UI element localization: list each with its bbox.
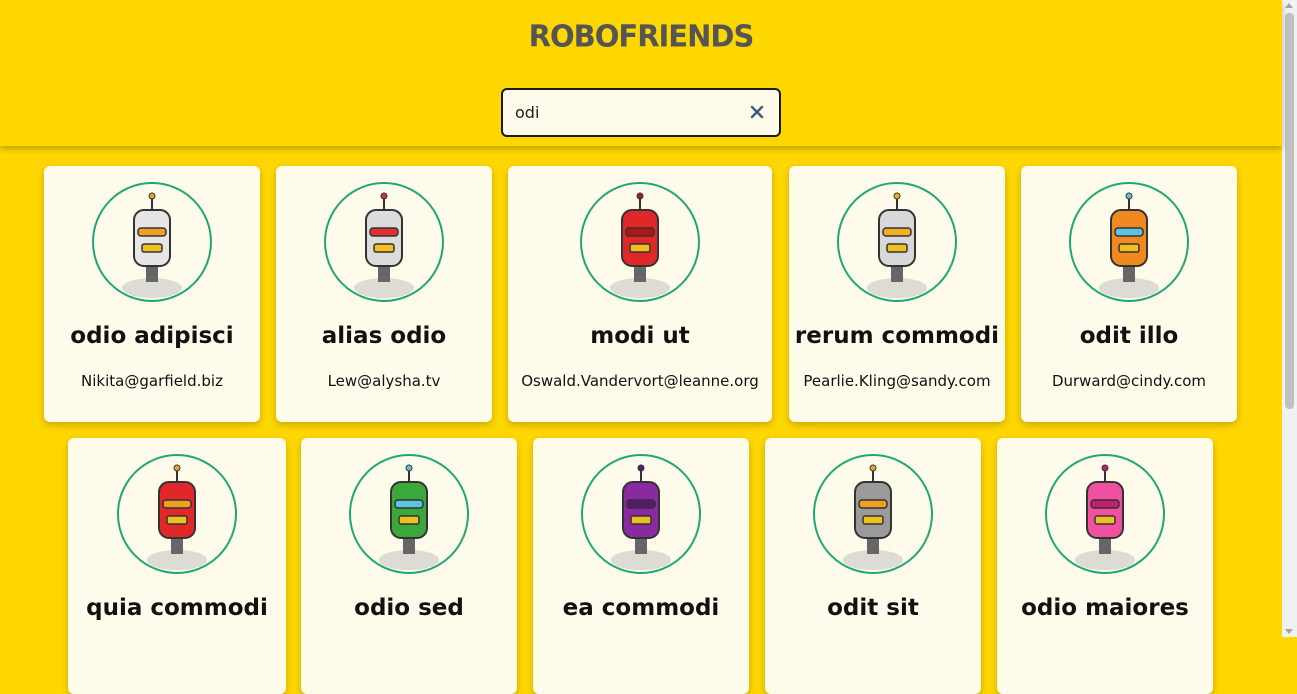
robot-email: Oswald.Vandervort@leanne.org [521, 372, 759, 390]
search-input[interactable] [515, 90, 735, 135]
robot-avatar [1045, 454, 1165, 574]
robot-card[interactable]: odio adipisci Nikita@garfield.biz [44, 166, 260, 422]
robot-card[interactable]: odio maiores [997, 438, 1213, 694]
robot-email: Durward@cindy.com [1051, 372, 1207, 390]
robot-avatar [117, 454, 237, 574]
robot-name: alias odio [321, 323, 447, 349]
robot-avatar [581, 454, 701, 574]
robot-name: odio maiores [1021, 595, 1189, 621]
robot-name: odio adipisci [70, 323, 234, 349]
robot-card[interactable]: modi ut Oswald.Vandervort@leanne.org [508, 166, 772, 422]
robot-avatar [813, 454, 933, 574]
robot-card[interactable]: quia commodi [68, 438, 286, 694]
robot-name: modi ut [590, 323, 690, 349]
robot-avatar [1069, 182, 1189, 302]
clear-search-button[interactable] [749, 104, 765, 120]
robot-avatar [324, 182, 444, 302]
robot-name: rerum commodi [794, 323, 1000, 349]
robot-card[interactable]: ea commodi [533, 438, 749, 694]
search-box[interactable] [501, 88, 781, 137]
robot-card[interactable]: alias odio Lew@alysha.tv [276, 166, 492, 422]
robot-email: Pearlie.Kling@sandy.com [803, 372, 991, 390]
robot-name: odio sed [354, 595, 464, 621]
robot-avatar [349, 454, 469, 574]
robot-avatar [580, 182, 700, 302]
scroll-down-arrow-icon[interactable] [1285, 629, 1293, 634]
scroll-up-arrow-icon[interactable] [1285, 3, 1293, 8]
robot-name: odit illo [1079, 323, 1179, 349]
robot-card[interactable]: odit sit [765, 438, 981, 694]
close-icon [750, 105, 764, 119]
robot-card[interactable]: rerum commodi Pearlie.Kling@sandy.com [789, 166, 1005, 422]
robot-card[interactable]: odit illo Durward@cindy.com [1021, 166, 1237, 422]
page-scrollbar[interactable] [1282, 0, 1297, 637]
robot-email: Lew@alysha.tv [327, 372, 441, 390]
robot-name: quia commodi [86, 595, 268, 621]
robot-name: ea commodi [562, 595, 720, 621]
robot-card[interactable]: odio sed [301, 438, 517, 694]
robot-avatar [837, 182, 957, 302]
scroll-thumb[interactable] [1285, 13, 1294, 409]
robot-email: Nikita@garfield.biz [81, 372, 223, 390]
robot-name: odit sit [827, 595, 919, 621]
app-title: ROBOFRIENDS [528, 18, 755, 54]
header: ROBOFRIENDS [0, 0, 1282, 146]
robot-avatar [92, 182, 212, 302]
